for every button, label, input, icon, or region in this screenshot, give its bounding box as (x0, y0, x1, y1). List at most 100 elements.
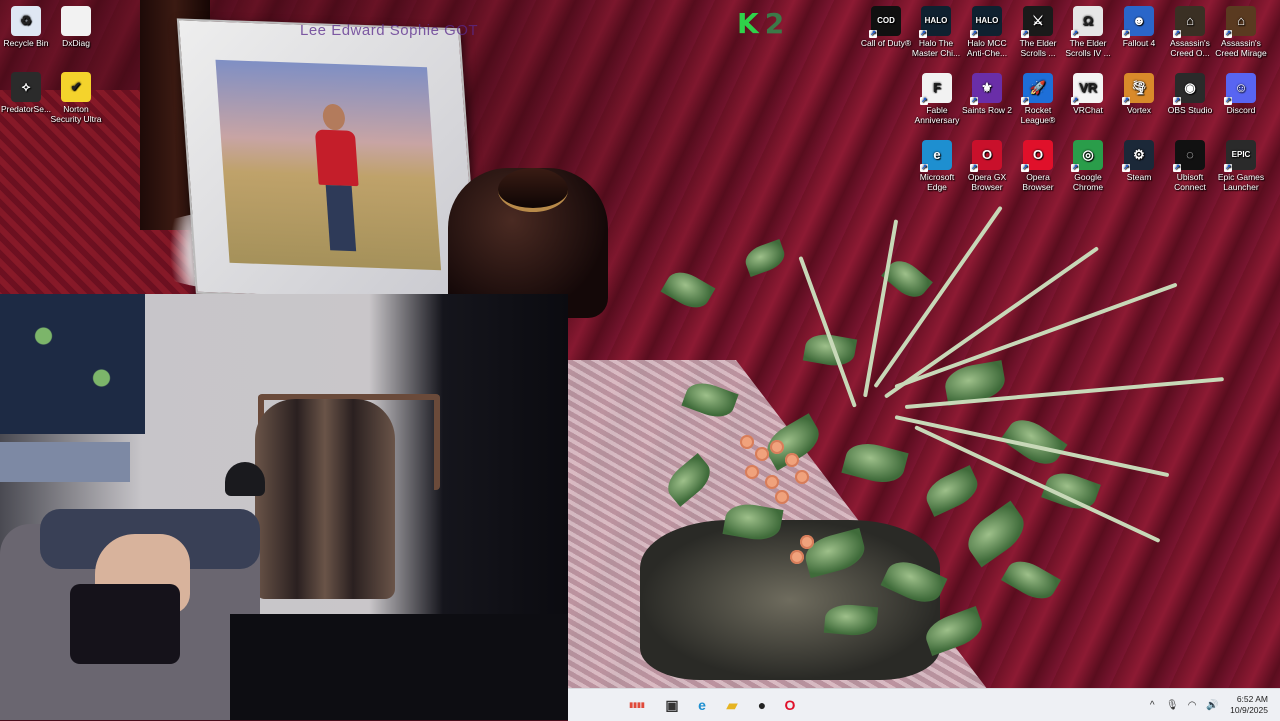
clock-time: 6:52 AM (1236, 694, 1268, 704)
dark-pants (70, 584, 180, 664)
desktop-icon-halo-mcc[interactable]: HALO ↗ Halo MCC Anti-Che... (961, 6, 1013, 58)
desktop-icon-vrchat[interactable]: VR ↗ VRChat (1062, 73, 1114, 115)
potted-plant (625, 185, 1224, 665)
desktop-icon-halo[interactable]: HALO ↗ Halo The Master Chi... (910, 6, 962, 58)
desktop-icon-norton[interactable]: ✔ Norton Security Ultra (50, 72, 102, 124)
plant-leaf (880, 554, 948, 610)
opera-gx-icon: O ↗ (970, 140, 1002, 172)
widgets-icon[interactable]: ▮▮▮▮ (620, 693, 654, 717)
shortcut-arrow-icon: ↗ (1021, 164, 1029, 172)
file-explorer-icon[interactable]: ▰ (720, 693, 744, 717)
shortcut-arrow-icon: ↗ (1071, 97, 1079, 105)
desktop-icon-label: Halo The Master Chi... (911, 38, 961, 58)
webcam-feed-overlay (0, 294, 568, 720)
shortcut-arrow-icon: ↗ (1021, 30, 1029, 38)
shortcut-arrow-icon: ↗ (919, 30, 927, 38)
wifi-icon[interactable]: ◠ (1185, 698, 1199, 712)
plant-leaf (920, 465, 984, 517)
norton-icon: ✔ (61, 72, 91, 102)
tray-overflow-chevron-icon[interactable]: ^ (1145, 698, 1159, 712)
shortcut-arrow-icon: ↗ (1071, 164, 1079, 172)
ubisoft-icon: ◌ ↗ (1173, 140, 1205, 172)
kalanchoe-flower (800, 535, 814, 549)
watermark-text: Lee Edward Sophie GOT (300, 22, 479, 39)
fallout-icon: ☻ ↗ (1122, 6, 1154, 38)
desktop-icon-opera-gx[interactable]: O ↗ Opera GX Browser (961, 140, 1013, 192)
plant-leaf (841, 437, 909, 489)
black-cap (225, 462, 265, 496)
desktop-icon-assassins-creed-odyssey[interactable]: ⌂ ↗ Assassin's Creed O... (1164, 6, 1216, 58)
shortcut-arrow-icon: ↗ (1224, 164, 1232, 172)
desktop-icon-label: Halo MCC Anti-Che... (966, 38, 1008, 58)
kalanchoe-flower (790, 550, 804, 564)
desktop-icon-label: Epic Games Launcher (1217, 172, 1265, 192)
kalanchoe-flower (770, 440, 784, 454)
vortex-icon: 🌪 ↗ (1122, 73, 1154, 105)
opera-taskbar-icon[interactable]: O (778, 693, 802, 717)
desktop-icon-label: Fallout 4 (1122, 38, 1156, 48)
desktop-icon-call-of-duty[interactable]: COD ↗ Call of Duty® (860, 6, 912, 48)
oblivion-icon: Ω ↗ (1071, 6, 1103, 38)
desktop-icon-rocket-league[interactable]: 🚀 ↗ Rocket League® (1012, 73, 1064, 125)
desktop-icon-fable[interactable]: F ↗ Fable Anniversary (911, 73, 963, 125)
plant-leaf (681, 377, 739, 423)
desktop-icon-label: Google Chrome (1072, 172, 1104, 192)
desktop-icon-label: Norton Security Ultra (50, 104, 102, 124)
discord-icon: ☺ ↗ (1224, 73, 1256, 105)
fable-icon: F ↗ (920, 73, 952, 105)
chrome-icon: ◎ ↗ (1071, 140, 1103, 172)
desktop-icon-label: The Elder Scrolls ... (1019, 38, 1057, 58)
desktop-icon-chrome[interactable]: ◎ ↗ Google Chrome (1062, 140, 1114, 192)
desktop-icon-steam[interactable]: ⚙ ↗ Steam (1113, 140, 1165, 182)
window-band (0, 442, 130, 482)
desktop-icon-edge[interactable]: e ↗ Microsoft Edge (911, 140, 963, 192)
assassins-creed-mirage-icon: ⌂ ↗ (1224, 6, 1256, 38)
desktop-icon-recycle-bin[interactable]: ♻ Recycle Bin (0, 6, 52, 48)
recycle-bin-icon: ♻ (11, 6, 41, 36)
plant-leaf (660, 453, 718, 507)
desktop-icon-saints-row[interactable]: ⚜ ↗ Saints Row 2 (961, 73, 1013, 115)
desktop-icon-oblivion[interactable]: Ω ↗ The Elder Scrolls IV ... (1062, 6, 1114, 58)
desktop-icon-ubisoft[interactable]: ◌ ↗ Ubisoft Connect (1164, 140, 1216, 192)
gaming-chair (255, 399, 395, 599)
desktop-icon-discord[interactable]: ☺ ↗ Discord (1215, 73, 1267, 115)
assassins-creed-odyssey-icon: ⌂ ↗ (1173, 6, 1205, 38)
chat-app-icon[interactable]: ● (750, 693, 774, 717)
shortcut-arrow-icon: ↗ (920, 164, 928, 172)
plant-leaf (660, 265, 716, 315)
kalanchoe-flower (775, 490, 789, 504)
plant-spike-leaf (863, 219, 899, 398)
predator-icon: ⟡ (11, 72, 41, 102)
kalanchoe-flower (745, 465, 759, 479)
desktop-icon-vortex[interactable]: 🌪 ↗ Vortex (1113, 73, 1165, 115)
desktop-icon-label: Ubisoft Connect (1174, 172, 1206, 192)
desktop-icon-label: Opera Browser (1022, 172, 1054, 192)
system-tray: ^ 🎙 ◠ 🔊 6:52 AM 10/9/2025 (1142, 689, 1276, 721)
call-of-duty-icon: COD ↗ (869, 6, 901, 38)
desktop-icon-document[interactable]: DxDiag (50, 6, 102, 48)
person-in-photo (313, 104, 363, 256)
desktop-icon-elder-scrolls[interactable]: ⚔ ↗ The Elder Scrolls ... (1012, 6, 1064, 58)
desktop-icon-opera[interactable]: O ↗ Opera Browser (1012, 140, 1064, 192)
desktop-icon-label: The Elder Scrolls IV ... (1065, 38, 1111, 58)
kalanchoe-flower (740, 435, 754, 449)
plant-leaf (823, 602, 879, 638)
clock[interactable]: 6:52 AM 10/9/2025 (1230, 694, 1268, 716)
rocket-league-icon: 🚀 ↗ (1021, 73, 1053, 105)
desktop-icon-obs[interactable]: ◉ ↗ OBS Studio (1164, 73, 1216, 115)
mic-icon[interactable]: 🎙 (1165, 698, 1179, 712)
desktop-icon-epic-games[interactable]: EPIC ↗ Epic Games Launcher (1215, 140, 1267, 192)
edge-taskbar-icon[interactable]: e (690, 693, 714, 717)
desktop-icon-predator[interactable]: ⟡ PredatorSe... (0, 72, 52, 114)
app-window-icon[interactable]: ▣ (660, 693, 684, 717)
leaf-print-curtain (0, 294, 145, 434)
shortcut-arrow-icon: ↗ (1173, 164, 1181, 172)
plant-leaf (741, 238, 789, 278)
opera-icon: O ↗ (1021, 140, 1053, 172)
volume-icon[interactable]: 🔊 (1205, 698, 1219, 712)
desktop-icon-label: Vortex (1126, 105, 1152, 115)
k2-number: 2 (764, 7, 785, 40)
desktop-icon-label: DxDiag (62, 38, 90, 48)
desktop-icon-assassins-creed-mirage[interactable]: ⌂ ↗ Assassin's Creed Mirage (1215, 6, 1267, 58)
desktop-icon-fallout[interactable]: ☻ ↗ Fallout 4 (1113, 6, 1165, 48)
